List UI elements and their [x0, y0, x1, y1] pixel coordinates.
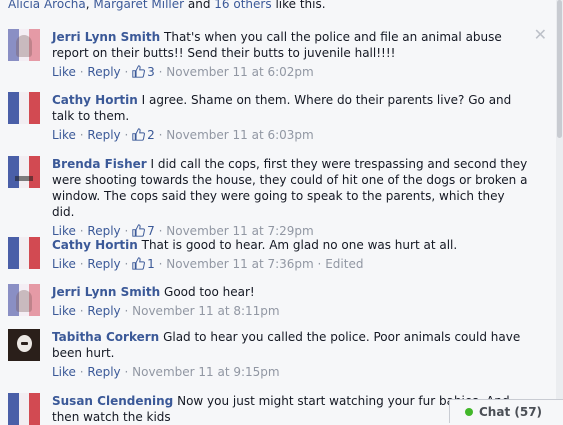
avatar[interactable]	[8, 29, 40, 61]
likes-summary: Alicia Arocha, Margaret Miller and 16 ot…	[8, 0, 548, 12]
reply-link[interactable]: Reply	[87, 128, 120, 142]
avatar[interactable]	[8, 329, 40, 361]
avatar[interactable]	[8, 393, 40, 425]
like-link[interactable]: Like	[52, 257, 76, 271]
online-dot-icon	[465, 407, 473, 416]
like-link[interactable]: Like	[52, 128, 76, 142]
like-count[interactable]: 1	[132, 257, 155, 271]
chat-label: Chat (57)	[479, 404, 543, 419]
avatar[interactable]	[8, 237, 40, 269]
avatar[interactable]	[8, 92, 40, 124]
comment-actions: Like · Reply · November 11 at 8:11pm	[52, 304, 280, 318]
comment-actions: Like · Reply · 2 · November 11 at 6:03pm	[52, 128, 314, 142]
thumbs-up-icon	[132, 65, 146, 78]
thumbs-up-icon	[132, 224, 146, 237]
others-link[interactable]: 16 others	[214, 0, 271, 11]
avatar[interactable]	[8, 284, 40, 316]
comment-actions: Like · Reply · November 11 at 9:15pm	[52, 365, 280, 379]
comment-time[interactable]: November 11 at 9:15pm	[132, 365, 279, 379]
liker-link[interactable]: Margaret Miller	[93, 0, 184, 11]
like-link[interactable]: Like	[52, 224, 76, 238]
comment-text: Good too hear!	[164, 285, 255, 299]
comment-time[interactable]: November 11 at 6:02pm	[166, 65, 313, 79]
reply-link[interactable]: Reply	[87, 365, 120, 379]
comment-time[interactable]: November 11 at 7:36pm	[166, 257, 313, 271]
close-icon[interactable]: ✕	[534, 27, 547, 43]
comment-time[interactable]: November 11 at 7:29pm	[166, 224, 313, 238]
comment-author[interactable]: Susan Clendening	[52, 394, 173, 408]
reply-link[interactable]: Reply	[87, 304, 120, 318]
reply-link[interactable]: Reply	[87, 224, 120, 238]
comment-author[interactable]: Cathy Hortin	[52, 93, 138, 107]
comment-actions: Like · Reply · 3 · November 11 at 6:02pm	[52, 65, 314, 79]
scrollbar-thumb[interactable]	[557, 0, 562, 138]
scrollbar[interactable]	[556, 0, 563, 423]
like-link[interactable]: Like	[52, 304, 76, 318]
comment-author[interactable]: Jerri Lynn Smith	[52, 285, 160, 299]
comment-actions: Like · Reply · 1 · November 11 at 7:36pm…	[52, 257, 364, 271]
liker-link[interactable]: Alicia Arocha	[8, 0, 86, 11]
thumbs-up-icon	[132, 128, 146, 141]
comment-time[interactable]: November 11 at 6:03pm	[166, 128, 313, 142]
like-link[interactable]: Like	[52, 365, 76, 379]
like-count[interactable]: 3	[132, 65, 155, 79]
comment-author[interactable]: Jerri Lynn Smith	[52, 30, 160, 44]
like-count[interactable]: 2	[132, 128, 155, 142]
reply-link[interactable]: Reply	[87, 65, 120, 79]
and-word: and	[187, 0, 211, 11]
chat-button[interactable]: Chat (57)	[449, 399, 563, 423]
avatar[interactable]	[8, 156, 40, 188]
like-count[interactable]: 7	[132, 224, 155, 238]
comment-time[interactable]: November 11 at 8:11pm	[132, 304, 279, 318]
reply-link[interactable]: Reply	[87, 257, 120, 271]
comment-author[interactable]: Brenda Fisher	[52, 157, 147, 171]
comment-text: That is good to hear. Am glad no one was…	[141, 238, 458, 252]
likes-suffix: like this.	[275, 0, 326, 11]
comment-author[interactable]: Cathy Hortin	[52, 238, 138, 252]
like-link[interactable]: Like	[52, 65, 76, 79]
comment-author[interactable]: Tabitha Corkern	[52, 330, 159, 344]
edited-link[interactable]: Edited	[325, 257, 363, 271]
thumbs-up-icon	[132, 257, 146, 270]
